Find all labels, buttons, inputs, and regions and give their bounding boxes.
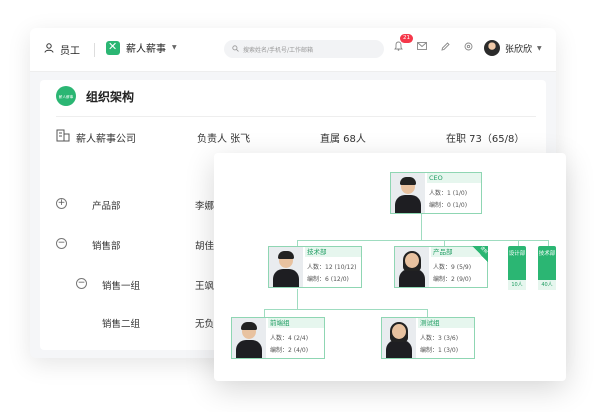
expand-icon[interactable]: + — [56, 198, 67, 209]
chevron-down-icon: ▼ — [537, 44, 542, 52]
card-title: 测试组 — [418, 318, 474, 328]
org-chart-icon: 薪人薪事 — [56, 86, 76, 106]
virtual-ribbon: 虚拟 — [472, 245, 489, 262]
company-manager: 负责人 张飞 — [197, 134, 251, 145]
card-quota: 编制：6 (12/0) — [307, 276, 349, 283]
dept-name: 销售一组 — [102, 281, 141, 292]
avatar — [232, 318, 266, 358]
edit-icon[interactable] — [441, 41, 450, 54]
dept-name: 销售部 — [92, 241, 121, 252]
brand-logo-icon — [106, 40, 120, 55]
card-title: 技术部 — [305, 247, 361, 257]
search-icon — [232, 44, 239, 54]
card-title: 前端组 — [268, 318, 324, 328]
card-headcount: 人数：9 (5/9) — [433, 264, 472, 271]
org-card-product[interactable]: 产品部 人数：9 (5/9) 编制：2 (9/0) 虚拟 — [394, 245, 489, 288]
search-input[interactable]: 搜索姓名/手机号/工作邮箱 — [224, 40, 384, 58]
divider — [94, 43, 95, 57]
connector — [297, 240, 549, 241]
avatar — [382, 318, 416, 358]
mail-icon[interactable] — [417, 42, 427, 53]
bell-icon[interactable]: 21 — [394, 34, 413, 54]
connector — [297, 289, 298, 309]
notification-badge: 21 — [400, 34, 413, 43]
dept-manager: 胡佳 — [195, 241, 215, 252]
card-headcount: 人数：3 (3/6) — [420, 335, 459, 342]
org-card-tech[interactable]: 技术部 人数：12 (10/12) 编制：6 (12/0) — [268, 246, 362, 288]
org-chart-panel: CEO 人数：1 (1/0) 编制：0 (1/0) 技术部 人数：12 (10/… — [214, 153, 566, 381]
avatar — [391, 173, 425, 213]
badge-count: 10人 — [508, 280, 526, 290]
org-card-frontend[interactable]: 前端组 人数：4 (2/4) 编制：2 (4/0) — [231, 317, 325, 359]
account-menu[interactable]: 张欣欣 ▼ — [484, 40, 542, 56]
employee-label: 员工 — [60, 46, 80, 57]
collapse-icon[interactable]: − — [76, 278, 87, 289]
top-bar: 员工 薪人薪事 ▼ 搜索姓名/手机号/工作邮箱 21 — [30, 28, 556, 72]
brand-name: 薪人薪事 — [126, 44, 166, 55]
page-title: 组织架构 — [86, 89, 135, 104]
search-placeholder: 搜索姓名/手机号/工作邮箱 — [243, 46, 314, 54]
card-quota: 编制：1 (3/0) — [420, 347, 459, 354]
card-headcount: 人数：1 (1/0) — [429, 190, 468, 197]
avatar — [395, 247, 429, 287]
connector — [427, 309, 428, 317]
employee-nav[interactable]: 员工 — [44, 42, 80, 57]
org-badge-design[interactable]: 设计部 10人 — [508, 246, 526, 290]
badge-count: 40人 — [538, 280, 556, 290]
dept-name: 产品部 — [92, 201, 121, 212]
screenshot: 员工 薪人薪事 ▼ 搜索姓名/手机号/工作邮箱 21 — [0, 0, 600, 412]
page-header: 薪人薪事 组织架构 — [56, 86, 134, 106]
collapse-icon[interactable]: − — [56, 238, 67, 249]
connector — [264, 309, 428, 310]
connector — [264, 309, 265, 317]
avatar — [269, 247, 303, 287]
account-name: 张欣欣 — [505, 44, 533, 55]
dept-manager: 李娜 — [195, 201, 215, 212]
card-quota: 编制：2 (4/0) — [270, 347, 309, 354]
divider — [56, 116, 536, 117]
card-quota: 编制：2 (9/0) — [433, 276, 472, 283]
card-title: CEO — [427, 173, 481, 183]
org-card-qa[interactable]: 测试组 人数：3 (3/6) 编制：1 (3/0) — [381, 317, 475, 359]
toolbar-icons: 21 — [394, 34, 473, 54]
settings-icon[interactable] — [464, 42, 473, 54]
connector — [421, 214, 422, 240]
dept-name: 销售二组 — [102, 319, 141, 330]
user-icon — [44, 43, 54, 56]
card-quota: 编制：0 (1/0) — [429, 202, 468, 209]
card-headcount: 人数：12 (10/12) — [307, 264, 357, 271]
avatar — [484, 40, 500, 56]
badge-name: 技术部 — [538, 251, 556, 257]
company-name: 薪人薪事公司 — [76, 134, 136, 145]
brand-switcher[interactable]: 薪人薪事 ▼ — [106, 40, 177, 55]
org-card-ceo[interactable]: CEO 人数：1 (1/0) 编制：0 (1/0) — [390, 172, 482, 214]
card-headcount: 人数：4 (2/4) — [270, 335, 309, 342]
company-direct-count: 直属 68人 — [320, 134, 366, 145]
company-in-office: 在职 73（65/8） — [446, 134, 525, 145]
chevron-down-icon: ▼ — [172, 44, 177, 51]
org-badge-tech[interactable]: 技术部 40人 — [538, 246, 556, 290]
company-row[interactable]: 薪人薪事公司 负责人 张飞 直属 68人 在职 73（65/8） — [56, 128, 536, 150]
badge-name: 设计部 — [508, 251, 526, 257]
building-icon — [56, 128, 70, 145]
